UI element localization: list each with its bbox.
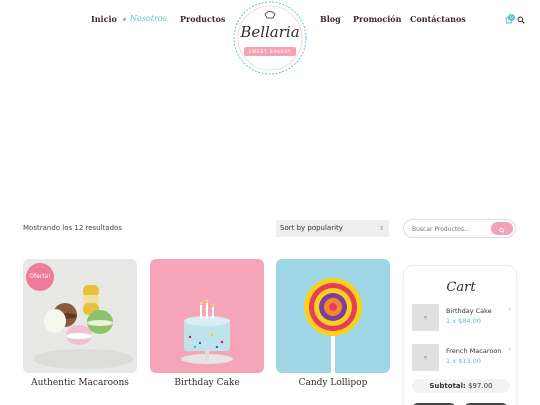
product-image-lollipop[interactable] xyxy=(276,259,390,373)
cart-item-quantity: 1 x $84.00 xyxy=(446,317,481,325)
sort-select-value: Sort by popularity xyxy=(280,224,343,232)
cart-item: ■ French Macaroon 1 x $13.00 × xyxy=(412,344,512,372)
nav-link-productos[interactable]: Productos xyxy=(180,14,225,24)
product-title[interactable]: Birthday Cake xyxy=(150,378,264,388)
product-card[interactable]: Oferta! Authentic Macaroons xyxy=(23,259,137,388)
nav-link-inicio[interactable]: Inicio xyxy=(91,14,117,24)
logo-ribbon: SWEET BAKERY xyxy=(244,47,296,56)
product-search xyxy=(403,219,516,238)
cart-item-name[interactable]: French Macaroon xyxy=(446,347,501,355)
product-image-macaroons[interactable]: Oferta! xyxy=(23,259,137,373)
cart-subtotal: Subtotal: $97.00 xyxy=(412,379,510,393)
product-card[interactable]: Birthday Cake xyxy=(150,259,264,388)
remove-icon[interactable]: × xyxy=(508,347,512,353)
cart-title: Cart xyxy=(446,280,476,295)
cart-item-thumbnail[interactable]: ■ xyxy=(412,344,439,371)
cart-item-quantity: 1 x $13.00 xyxy=(446,357,481,365)
product-search-button[interactable] xyxy=(491,222,513,235)
subtotal-value: $97.00 xyxy=(468,382,493,390)
product-card[interactable]: Candy Lollipop xyxy=(276,259,390,388)
lollipop-image xyxy=(276,259,390,373)
nav-link-nosotros-label: Nosotros xyxy=(130,14,167,23)
cart-item: ■ Birthday Cake 1 x $84.00 × xyxy=(412,304,512,332)
cart-widget: Cart ■ Birthday Cake 1 x $84.00 × ■ Fren… xyxy=(403,265,517,405)
cart-count-badge: 0 xyxy=(508,14,515,21)
select-arrows-icon: ⇕ xyxy=(378,225,384,232)
nav-link-nosotros[interactable]: Nosotros xyxy=(123,14,167,23)
active-dot-icon xyxy=(123,17,126,21)
nav-link-blog[interactable]: Blog xyxy=(320,14,341,24)
sale-badge: Oferta! xyxy=(26,263,54,291)
remove-icon[interactable]: × xyxy=(508,307,512,313)
logo-text: Bellaria xyxy=(240,23,300,41)
results-count: Mostrando los 12 resultados xyxy=(23,224,122,232)
product-search-input[interactable] xyxy=(412,223,490,235)
nav-link-promocion[interactable]: Promoción xyxy=(353,14,401,24)
product-title[interactable]: Candy Lollipop xyxy=(276,378,390,388)
cart-item-thumbnail[interactable]: ■ xyxy=(412,304,439,331)
site-logo[interactable]: Bellaria SWEET BAKERY xyxy=(232,0,308,76)
product-title[interactable]: Authentic Macaroons xyxy=(23,378,137,388)
sort-select[interactable]: Sort by popularity ⇕ xyxy=(276,220,389,237)
nav-link-contactanos[interactable]: Contáctanos xyxy=(410,14,466,24)
search-icon[interactable] xyxy=(517,16,525,24)
search-icon xyxy=(499,227,505,233)
subtotal-label: Subtotal: xyxy=(429,382,466,390)
product-image-birthday-cake[interactable] xyxy=(150,259,264,373)
birthday-cake-image xyxy=(150,259,264,373)
main-navigation: Inicio Nosotros Productos Bellaria SWEET… xyxy=(0,0,540,75)
cart-item-name[interactable]: Birthday Cake xyxy=(446,307,492,315)
